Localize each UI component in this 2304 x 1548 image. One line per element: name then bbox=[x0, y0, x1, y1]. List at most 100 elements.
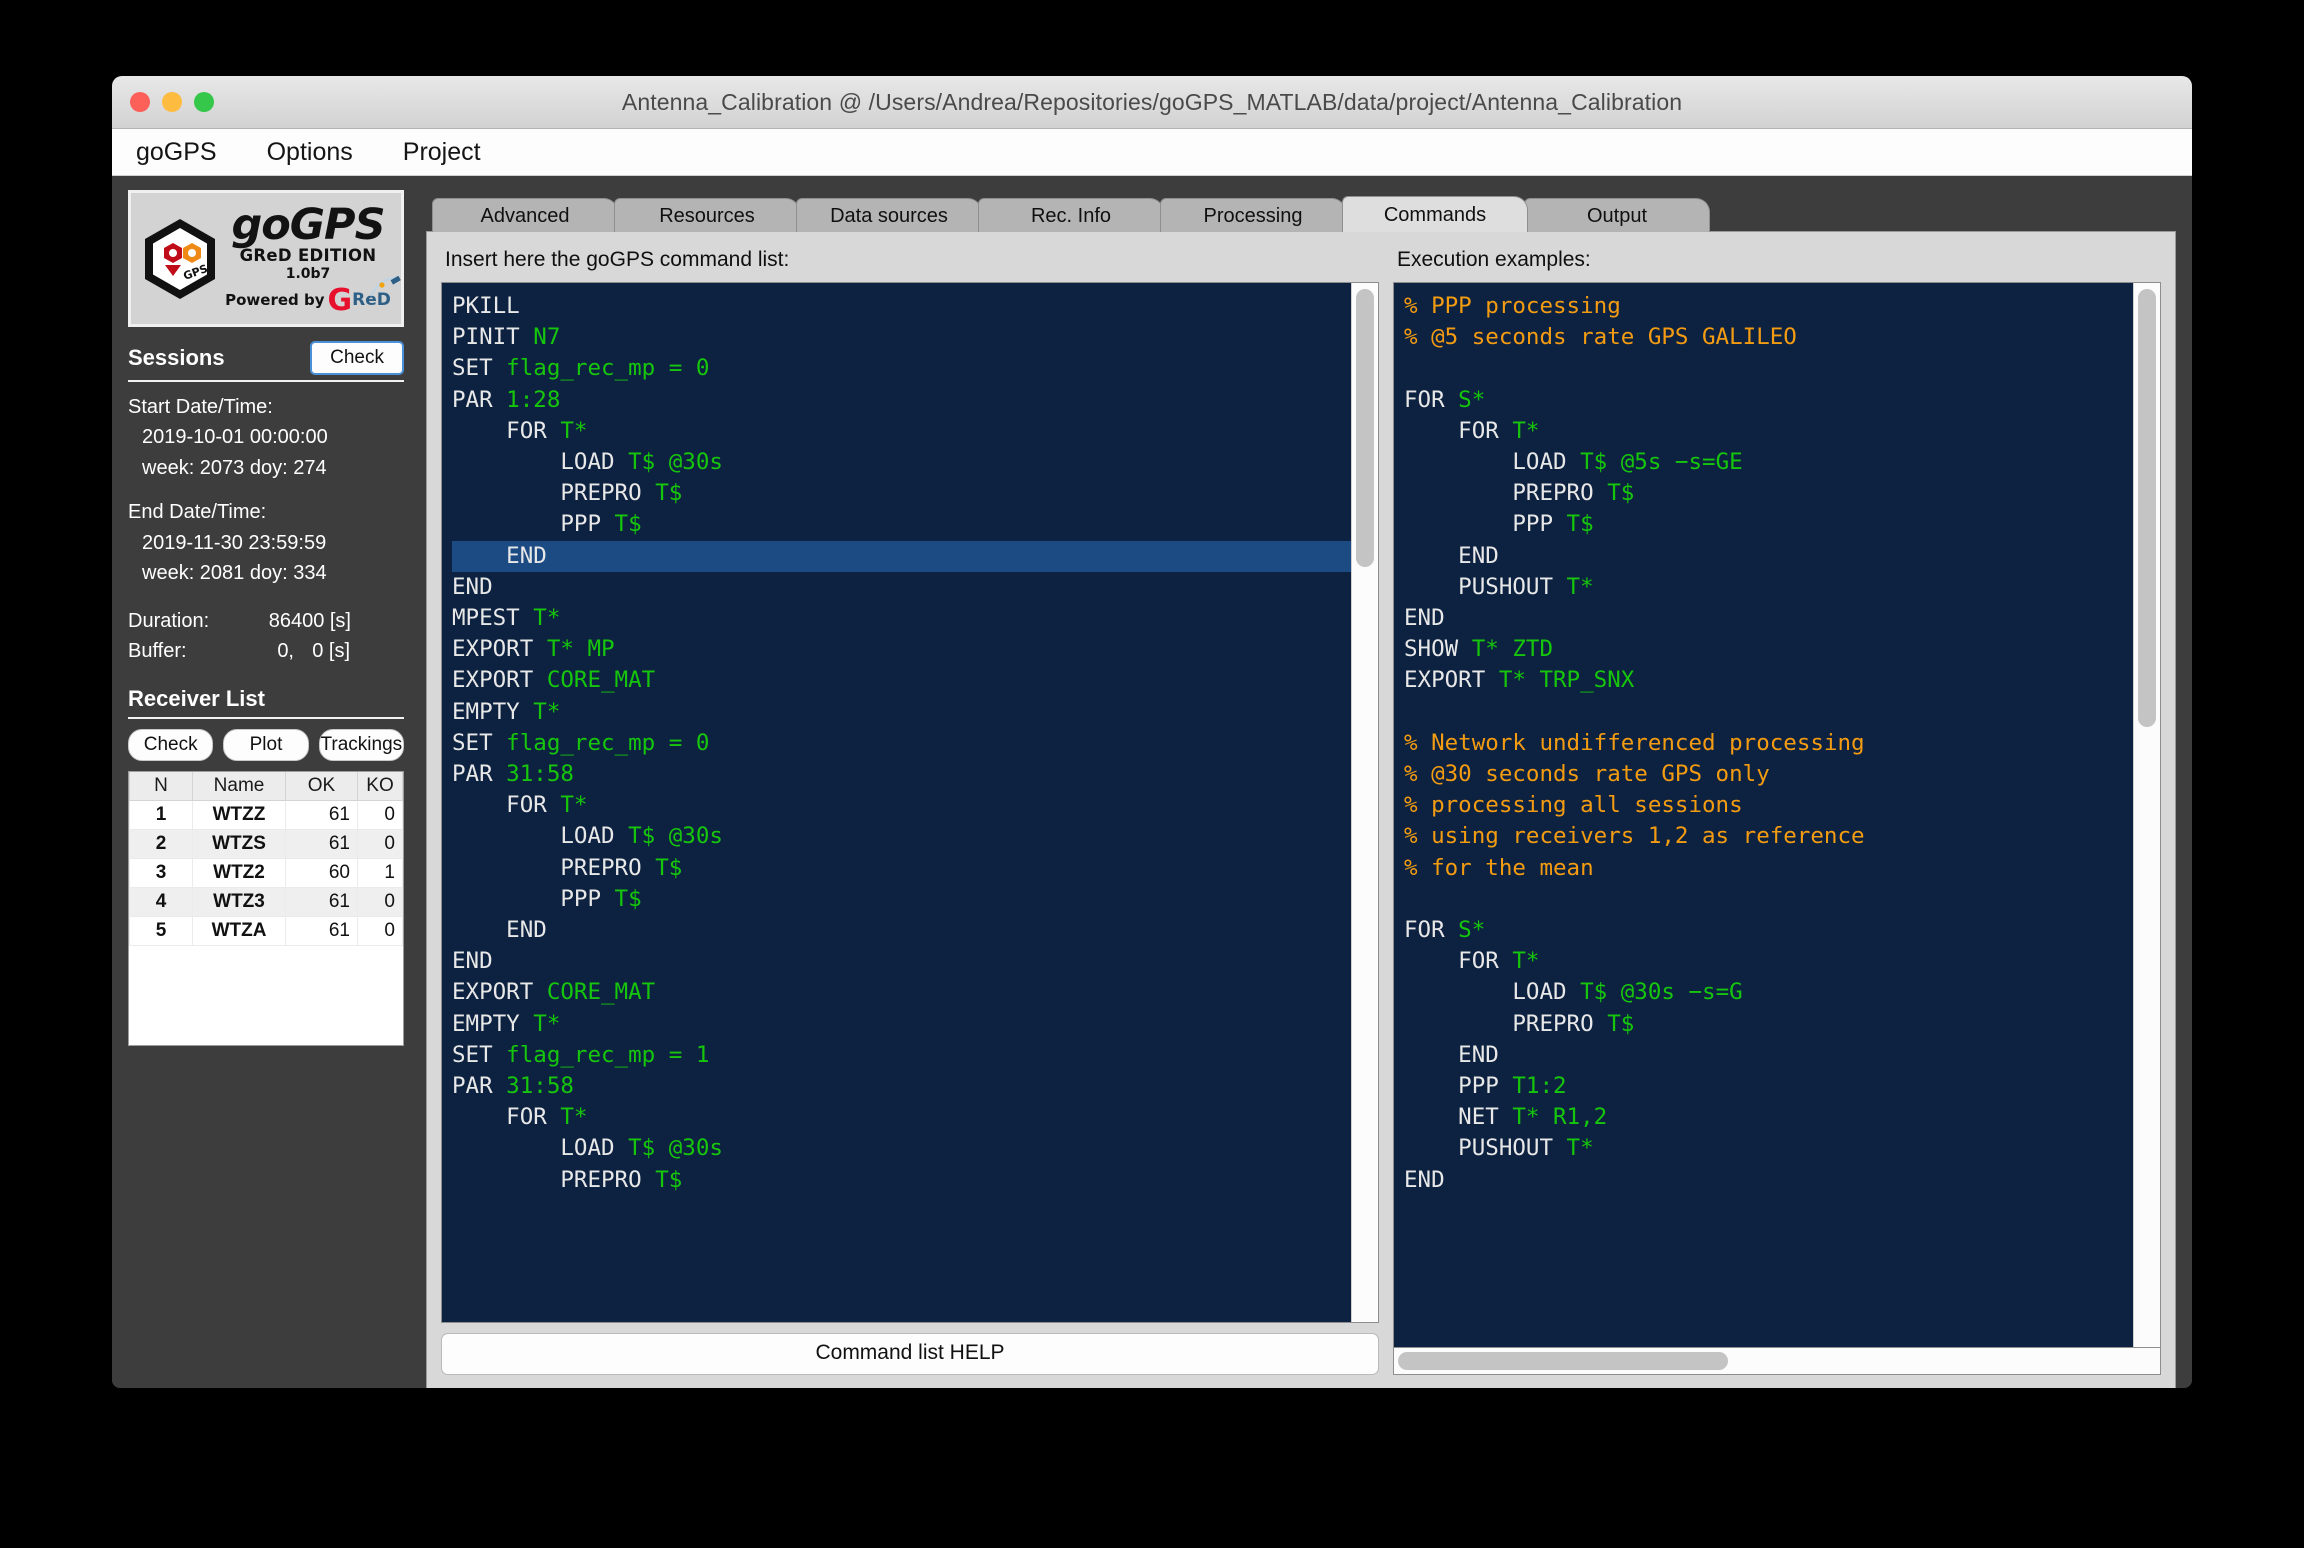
code-argument: CORE_MAT bbox=[533, 979, 656, 1006]
cell-ok: 61 bbox=[285, 829, 358, 860]
code-argument: T* bbox=[519, 698, 561, 725]
code-comment: % @30 seconds rate GPS only bbox=[1404, 761, 1770, 788]
code-line: PPP T$ bbox=[452, 884, 1351, 915]
duration-row: Duration: 86400 [s] bbox=[128, 606, 404, 636]
tab-output[interactable]: Output bbox=[1524, 198, 1710, 232]
code-keyword: MPEST bbox=[452, 605, 520, 632]
code-argument: T$ @5s −s=GE bbox=[1566, 449, 1743, 476]
code-argument: T* bbox=[1553, 1135, 1594, 1162]
code-line: PREPRO T$ bbox=[452, 478, 1351, 509]
column-header-ko: KO bbox=[357, 772, 403, 802]
menu-item-project[interactable]: Project bbox=[393, 136, 491, 169]
code-line: PPP T1:2 bbox=[1404, 1071, 2133, 1102]
duration-label: Duration: bbox=[128, 610, 210, 633]
receiver-check-button[interactable]: Check bbox=[128, 729, 214, 762]
command-list-help-button[interactable]: Command list HELP bbox=[441, 1333, 1379, 1375]
code-argument: 31:58 bbox=[492, 761, 574, 788]
code-keyword: PAR bbox=[452, 1073, 493, 1100]
code-keyword: FOR bbox=[1404, 386, 1445, 413]
code-line: NET T* R1,2 bbox=[1404, 1102, 2133, 1133]
tab-advanced[interactable]: Advanced bbox=[432, 198, 618, 232]
code-argument: T* bbox=[519, 605, 561, 632]
table-row[interactable]: 2 WTZS 61 0 bbox=[129, 829, 403, 860]
end-datetime-value: 2019-11-30 23:59:59 bbox=[142, 531, 327, 554]
code-keyword: END bbox=[452, 573, 493, 600]
code-argument: T$ bbox=[641, 480, 683, 507]
close-button[interactable] bbox=[130, 92, 150, 112]
command-list-label: Insert here the goGPS command list: bbox=[445, 248, 790, 271]
column-header-name: Name bbox=[192, 772, 286, 802]
table-row[interactable]: 3 WTZ2 60 1 bbox=[129, 858, 403, 889]
zoom-button[interactable] bbox=[194, 92, 214, 112]
gred-g-letter: G bbox=[327, 282, 353, 318]
table-row[interactable]: 5 WTZA 61 0 bbox=[129, 916, 403, 947]
code-line: END bbox=[452, 946, 1351, 977]
code-keyword: SET bbox=[452, 355, 493, 382]
powered-by-label: Powered by bbox=[225, 290, 325, 309]
command-list-input[interactable]: PKILL PINIT N7 SET flag_rec_mp = 0 PAR 1:28… bbox=[442, 283, 1351, 1322]
code-comment: % PPP processing bbox=[1404, 293, 1621, 319]
menu-item-options[interactable]: Options bbox=[257, 136, 363, 169]
code-argument: flag_rec_mp = 0 bbox=[492, 355, 710, 382]
code-keyword: LOAD bbox=[1404, 449, 1567, 476]
code-argument: T* TRP_SNX bbox=[1485, 667, 1635, 694]
code-keyword: END bbox=[1404, 1166, 1445, 1193]
tab-rec-info[interactable]: Rec. Info bbox=[978, 198, 1164, 232]
end-datetime-label: End Date/Time: bbox=[128, 501, 267, 524]
receiver-plot-button[interactable]: Plot bbox=[223, 729, 309, 762]
code-argument: T* R1,2 bbox=[1498, 1104, 1608, 1131]
gogps-logo: GPS goGPS GReD EDITION 1.0b7 Powered by … bbox=[128, 190, 404, 327]
code-argument: T$ bbox=[1553, 511, 1594, 538]
command-list-vscroll-thumb[interactable] bbox=[1356, 289, 1374, 567]
examples-hscroll-thumb[interactable] bbox=[1398, 1352, 1728, 1370]
code-line: EXPORT CORE_MAT bbox=[452, 977, 1351, 1008]
buffer-value-1: 0, bbox=[277, 640, 294, 663]
sessions-check-button[interactable]: Check bbox=[310, 341, 404, 375]
code-line: END bbox=[1404, 541, 2133, 572]
tab-processing[interactable]: Processing bbox=[1160, 198, 1346, 232]
code-line: EMPTY T* bbox=[452, 1009, 1351, 1040]
tab-data-sources[interactable]: Data sources bbox=[796, 198, 982, 232]
tab-resources[interactable]: Resources bbox=[614, 198, 800, 232]
examples-text[interactable]: % PPP processing % @5 seconds rate GPS GA… bbox=[1394, 283, 2133, 1347]
cell-ok: 61 bbox=[285, 916, 358, 947]
code-keyword: PINIT bbox=[452, 324, 520, 351]
commands-tab-page: Insert here the goGPS command list: PKIL… bbox=[426, 231, 2176, 1388]
receiver-trackings-button[interactable]: Trackings bbox=[318, 729, 404, 762]
examples-hscrollbar[interactable] bbox=[1393, 1348, 2161, 1375]
code-keyword: END bbox=[452, 917, 547, 944]
code-argument: T1:2 bbox=[1498, 1073, 1567, 1100]
code-line: FOR S* bbox=[1404, 385, 2133, 416]
window-titlebar: Antenna_Calibration @ /Users/Andrea/Repo… bbox=[112, 76, 2192, 129]
code-line: % @5 seconds rate GPS GALILEO bbox=[1404, 322, 2133, 353]
code-argument: T$ bbox=[601, 885, 642, 912]
cell-ko: 1 bbox=[357, 858, 403, 889]
code-line: END bbox=[452, 572, 1351, 603]
code-keyword: PREPRO bbox=[1404, 480, 1594, 507]
code-keyword: PREPRO bbox=[452, 1166, 642, 1193]
cell-ko: 0 bbox=[357, 887, 403, 918]
code-line: PREPRO T$ bbox=[452, 1165, 1351, 1196]
minimize-button[interactable] bbox=[162, 92, 182, 112]
satellite-icon bbox=[369, 275, 401, 296]
start-week-doy: week: 2073 doy: 274 bbox=[142, 456, 327, 479]
code-argument: flag_rec_mp = 1 bbox=[492, 1041, 710, 1068]
end-week-doy: week: 2081 doy: 334 bbox=[142, 561, 327, 584]
code-line: EXPORT T* TRP_SNX bbox=[1404, 665, 2133, 696]
examples-vscrollbar[interactable] bbox=[2133, 283, 2160, 1347]
code-argument: T$ bbox=[601, 511, 642, 538]
receiver-table[interactable]: N Name OK KO 1 WTZZ 61 0 2 WTZS 61 0 3 W… bbox=[128, 771, 404, 1047]
code-line: % using receivers 1,2 as reference bbox=[1404, 821, 2133, 852]
tab-commands[interactable]: Commands bbox=[1342, 196, 1528, 232]
menu-item-gogps[interactable]: goGPS bbox=[126, 136, 227, 169]
table-row[interactable]: 4 WTZ3 61 0 bbox=[129, 887, 403, 918]
code-line: END bbox=[1404, 603, 2133, 634]
code-keyword: END bbox=[1404, 542, 1499, 569]
examples-vscroll-thumb[interactable] bbox=[2138, 289, 2156, 727]
table-row[interactable]: 1 WTZZ 61 0 bbox=[129, 800, 403, 831]
code-keyword: SET bbox=[452, 1041, 493, 1068]
code-argument: T$ bbox=[641, 854, 683, 881]
command-list-vscrollbar[interactable] bbox=[1351, 283, 1378, 1322]
code-line: END bbox=[1404, 1040, 2133, 1071]
code-line: MPEST T* bbox=[452, 603, 1351, 634]
